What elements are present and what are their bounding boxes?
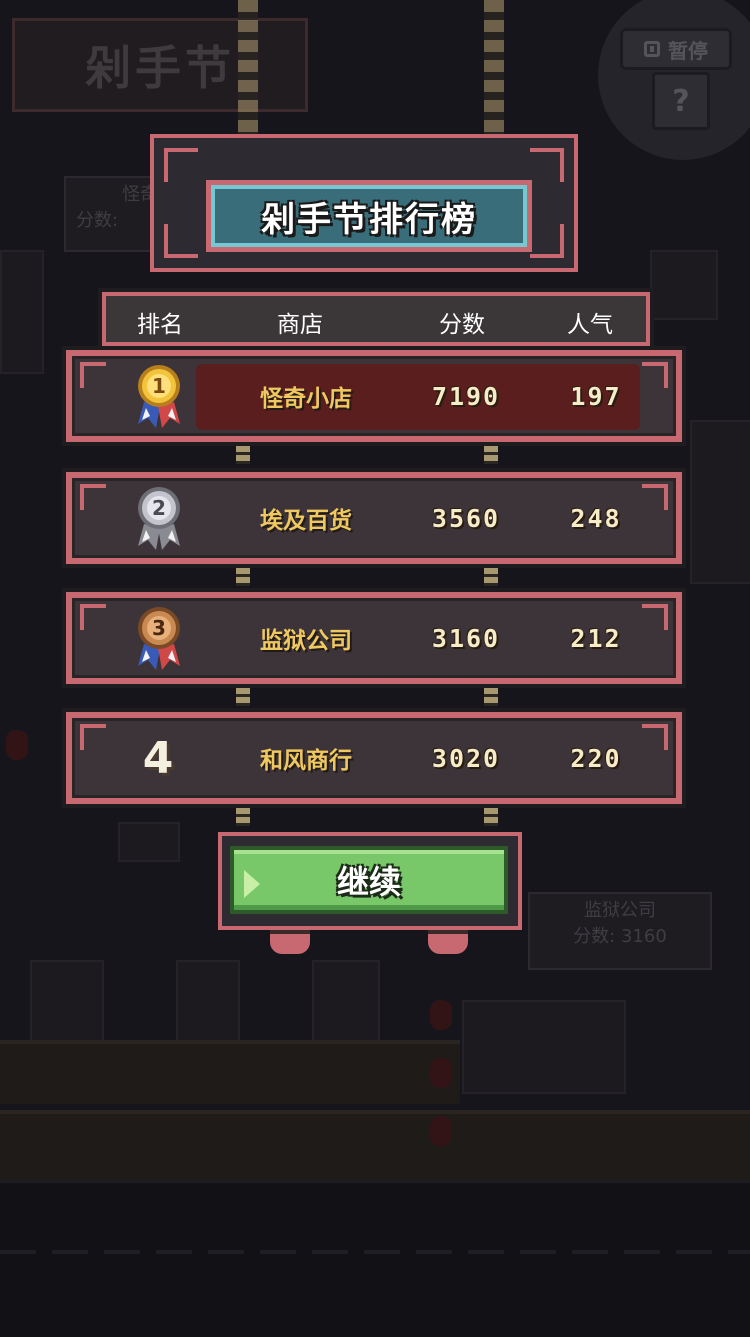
- row-shop-name: 监狱公司: [260, 628, 352, 654]
- background-frame-2: [176, 960, 240, 1044]
- pause-icon: [644, 41, 660, 57]
- header-popularity: 人气: [567, 312, 613, 338]
- continue-label: 继续: [336, 863, 401, 901]
- lantern-icon: [430, 1058, 452, 1088]
- silver-medal-icon: 2: [138, 487, 180, 550]
- arrow-icon: [244, 870, 260, 898]
- chain-icon: [484, 0, 504, 134]
- rank-number: 4: [142, 732, 174, 784]
- background-shop-card-right: 监狱公司 分数: 3160: [528, 892, 712, 970]
- background-shelf-left: [0, 250, 44, 374]
- row-score: 3160: [431, 623, 501, 653]
- background-floor: [0, 1180, 750, 1337]
- help-button[interactable]: ?: [652, 72, 710, 130]
- fret-ornament-icon: [530, 224, 564, 258]
- background-counter-shelf: [0, 1110, 750, 1184]
- fret-ornament-icon: [164, 224, 198, 258]
- background-frame-1: [30, 960, 104, 1044]
- background-shelf-right: [690, 420, 750, 584]
- hanging-hook-icon: [270, 930, 310, 954]
- leaderboard-row: 2 埃及百货 3560 248: [62, 468, 686, 568]
- continue-button[interactable]: 继续: [230, 846, 508, 914]
- leaderboard-row: 3 监狱公司 3160 212: [62, 588, 686, 688]
- lantern-icon: [430, 1000, 452, 1030]
- chain-link-icon: [484, 688, 498, 706]
- background-shop-name-right: 监狱公司: [584, 900, 656, 921]
- fret-ornament-icon: [80, 604, 106, 630]
- chain-icon: [238, 0, 258, 134]
- medal-rank-number: 1: [152, 374, 166, 398]
- leaderboard-row: 1 怪奇小店 7190 197: [62, 346, 686, 446]
- background-counter: [462, 1000, 626, 1094]
- fret-ornament-icon: [80, 362, 106, 388]
- header-rank: 排名: [137, 312, 183, 338]
- fret-ornament-icon: [80, 484, 106, 510]
- pause-button[interactable]: 暂停: [620, 28, 732, 70]
- bronze-medal-icon: 3: [138, 607, 180, 670]
- row-shop-name: 和风商行: [260, 748, 352, 774]
- background-score-right: 分数: 3160: [573, 926, 667, 947]
- chain-link-icon: [236, 688, 250, 706]
- lantern-icon: [6, 730, 28, 760]
- chain-link-icon: [484, 446, 498, 464]
- row-popularity: 212: [570, 623, 622, 653]
- chain-link-icon: [484, 808, 498, 826]
- chain-link-icon: [236, 808, 250, 826]
- row-score: 7190: [431, 381, 501, 411]
- pause-label: 暂停: [668, 38, 708, 63]
- row-popularity: 248: [570, 503, 622, 533]
- row-popularity: 197: [570, 381, 622, 411]
- row-score: 3020: [431, 743, 501, 773]
- header-shop: 商店: [277, 312, 323, 338]
- background-poster: [650, 250, 718, 320]
- medal-rank-number: 2: [152, 496, 166, 520]
- chain-link-icon: [236, 446, 250, 464]
- leaderboard-title: 剁手节排行榜: [206, 180, 532, 252]
- row-popularity: 220: [570, 743, 622, 773]
- leaderboard-row: 4 和风商行 3020 220: [62, 708, 686, 808]
- background-register: [118, 822, 180, 862]
- gold-medal-icon: 1: [138, 365, 180, 428]
- chain-link-icon: [236, 568, 250, 586]
- background-floor-line: [0, 1250, 750, 1254]
- fret-ornament-icon: [80, 724, 106, 750]
- hanging-hook-icon: [428, 930, 468, 954]
- fret-ornament-icon: [530, 148, 564, 182]
- row-shop-name: 埃及百货: [260, 508, 352, 534]
- chain-link-icon: [484, 568, 498, 586]
- background-shelf: [0, 1040, 460, 1104]
- row-score: 3560: [431, 503, 501, 533]
- fret-ornament-icon: [164, 148, 198, 182]
- festival-sign-background: 剁手节: [12, 18, 308, 112]
- background-frame-3: [312, 960, 380, 1044]
- medal-rank-number: 3: [152, 616, 166, 640]
- lantern-icon: [430, 1116, 452, 1146]
- header-score: 分数: [439, 312, 485, 338]
- row-shop-name: 怪奇小店: [260, 386, 352, 412]
